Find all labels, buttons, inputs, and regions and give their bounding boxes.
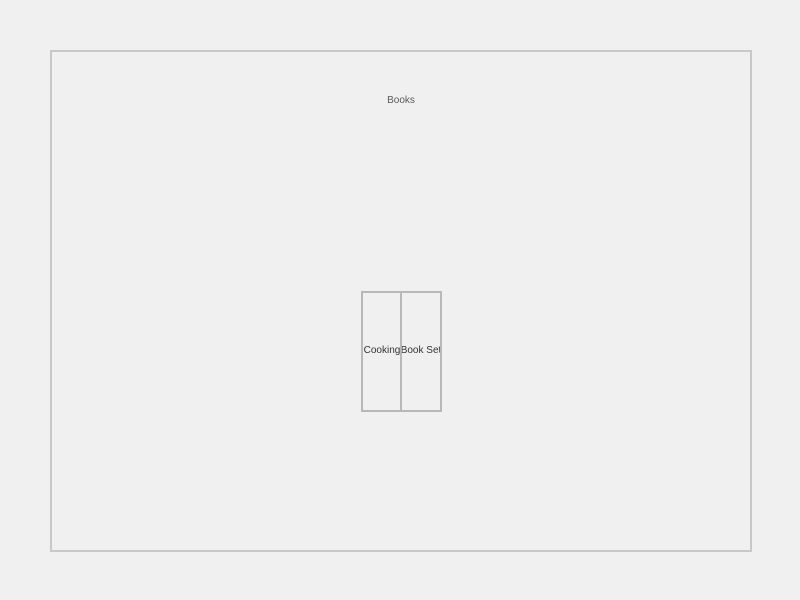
book-label-cooking: Cooking: [363, 345, 401, 356]
panel-title: Books: [387, 95, 415, 106]
books-panel: Books Cooking Book Set: [50, 50, 752, 552]
book-label-book-set: Book Set: [400, 345, 442, 356]
book-book-set[interactable]: Book Set: [400, 291, 442, 412]
book-cooking[interactable]: Cooking: [361, 291, 403, 412]
